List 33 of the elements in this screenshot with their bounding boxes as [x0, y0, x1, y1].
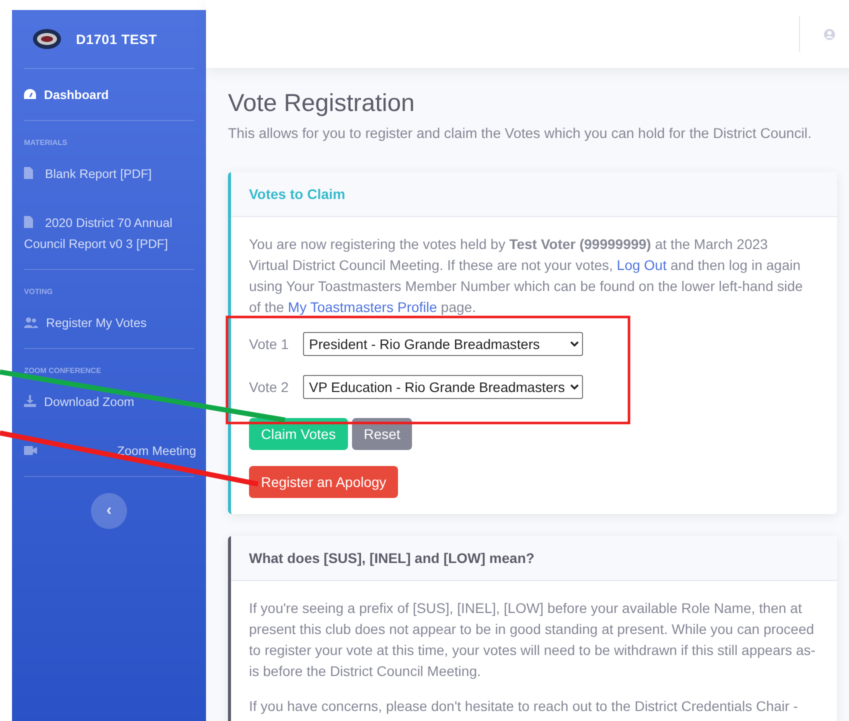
profile-link[interactable]: My Toastmasters Profile: [288, 299, 438, 315]
apology-button[interactable]: Register an Apology: [249, 466, 398, 498]
info-paragraph: If you have concerns, please don't hesitate to reach out to the District Credentials Chair -: [249, 697, 799, 716]
card-title: Votes to Claim: [231, 172, 837, 217]
download-icon: [24, 395, 36, 407]
vote-label: Vote 1: [249, 336, 289, 352]
info-paragraph: If you're seeing a prefix of [SUS], [INEL], [LOW] before your available Role Name, then at present this club does not appear to be in good standing at present. While you can proceed to register your vote at this time, your votes will need to be withdrawn if this still appears as-is before the District Council Meeting.: [249, 599, 816, 681]
vote-select[interactable]: President - Rio Grande Breadmasters: [303, 332, 583, 356]
sidebar-item[interactable]: Download Zoom: [24, 378, 204, 427]
user-icon[interactable]: [824, 28, 835, 40]
sidebar-item[interactable]: 2020 District 70 Annual Council Report v0 3 [PDF]: [24, 199, 204, 269]
logout-link[interactable]: Log Out: [616, 257, 667, 273]
video-icon: [24, 446, 37, 455]
file-icon: [24, 167, 33, 179]
vote-select[interactable]: VP Education - Rio Grande Breadmasters: [303, 375, 583, 399]
sidebar-item[interactable]: Register My Votes: [24, 299, 204, 348]
chevron-down-icon: [570, 384, 579, 390]
logo-icon: [32, 28, 62, 50]
sidebar-item[interactable]: Zoom Meeting: [24, 427, 204, 476]
sidebar-item[interactable]: Dashboard: [24, 71, 204, 120]
reset-button[interactable]: Reset: [352, 418, 412, 450]
page-title: Vote Registration: [228, 90, 416, 118]
gauge-icon: [24, 89, 36, 100]
sidebar-item[interactable]: Blank Report [PDF]: [24, 150, 204, 199]
card-title: What does [SUS], [INEL] and [LOW] mean?: [231, 536, 837, 581]
vote-label: Vote 2: [249, 379, 289, 395]
chevron-down-icon: [570, 341, 579, 347]
file-icon: [24, 216, 33, 228]
registration-notice: You are now registering the votes held by Test Voter (99999999) at the March 2023 Virtual District Council Meeting. If these are not your votes, Log Out and then log in again using Your Toastmasters Member Number which can be found on the lower left-hand side of the My Toastmasters Profile page.: [249, 235, 804, 317]
brand-name: D1701 TEST: [76, 32, 158, 46]
page-subtitle: This allows for you to register and claim the Votes which you can hold for the District Council.: [228, 126, 813, 142]
collapse-button[interactable]: ‹: [91, 493, 127, 529]
users-icon: [24, 317, 38, 328]
